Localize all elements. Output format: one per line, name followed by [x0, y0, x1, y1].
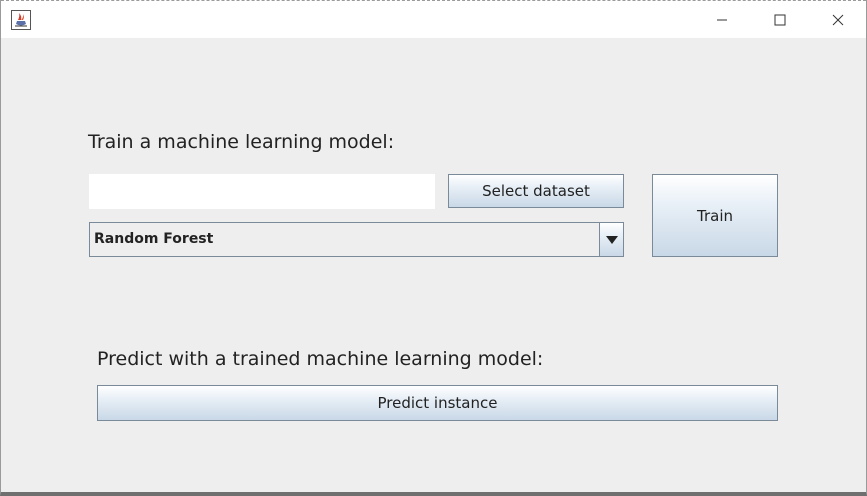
app-window: Train a machine learning model: Select d…	[0, 0, 867, 496]
predict-instance-button[interactable]: Predict instance	[97, 385, 778, 421]
maximize-icon	[774, 14, 786, 26]
close-button[interactable]	[809, 1, 867, 38]
train-heading: Train a machine learning model:	[88, 131, 395, 153]
minimize-icon	[716, 14, 728, 26]
select-dataset-button[interactable]: Select dataset	[448, 174, 624, 208]
predict-heading: Predict with a trained machine learning …	[97, 348, 544, 370]
minimize-button[interactable]	[693, 1, 751, 38]
dataset-path-field[interactable]	[89, 174, 435, 209]
model-select-value: Random Forest	[94, 231, 214, 247]
title-bar	[1, 0, 866, 38]
java-cup-icon	[11, 10, 31, 30]
dropdown-arrow-icon[interactable]	[599, 223, 623, 256]
close-icon	[832, 14, 844, 26]
maximize-button[interactable]	[751, 1, 809, 38]
model-select-dropdown[interactable]: Random Forest	[89, 222, 624, 257]
train-button[interactable]: Train	[652, 174, 778, 257]
